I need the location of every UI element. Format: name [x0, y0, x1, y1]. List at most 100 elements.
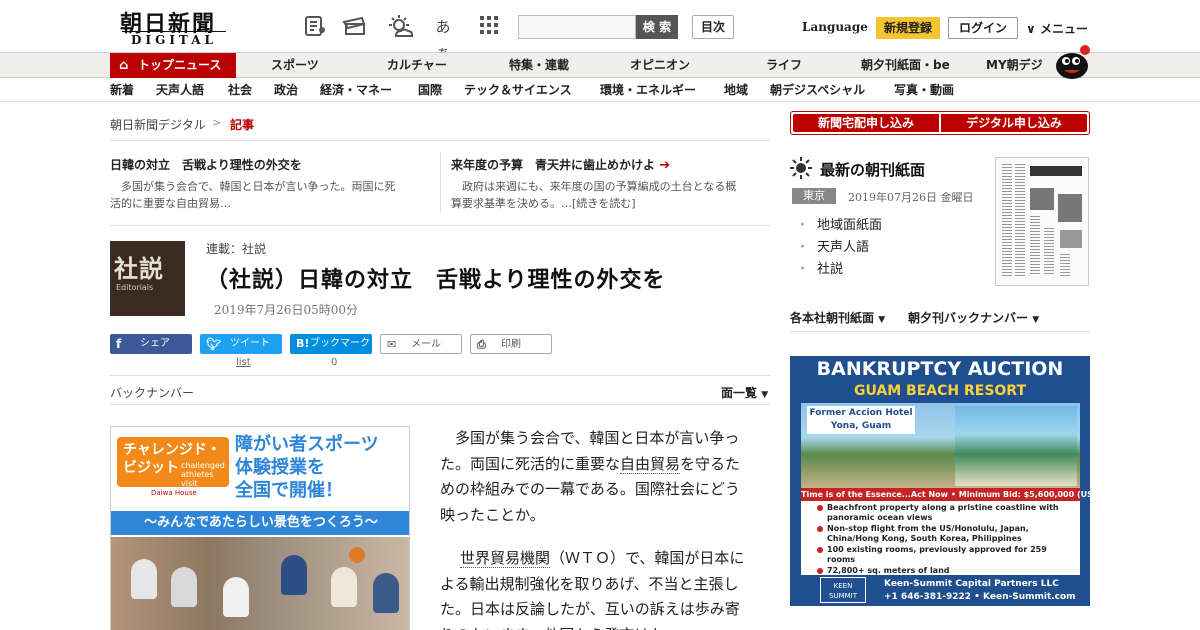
home-delivery-button[interactable]: 新聞宅配申し込み — [793, 114, 939, 132]
login-button[interactable]: ログイン — [948, 17, 1018, 39]
sun-icon — [790, 157, 812, 179]
subnav-politics[interactable]: 政治 — [274, 79, 298, 101]
nav-paper[interactable]: 朝夕刊紙面・be — [861, 53, 950, 78]
divider — [110, 140, 770, 141]
ticket-icon[interactable] — [342, 14, 368, 40]
nav-features[interactable]: 特集・連載 — [509, 53, 569, 78]
home-icon: ⌂ — [119, 58, 129, 73]
digital-subscribe-button[interactable]: デジタル申し込み — [941, 114, 1087, 132]
nav-opinion[interactable]: オピニオン — [630, 53, 690, 78]
divider — [790, 331, 1090, 332]
site-header: 朝日新聞 DIGITAL あぁ 検 索 目次 Language 新規登録 ログイ… — [0, 0, 1200, 62]
link-free-trade[interactable]: 自由貿易 — [620, 454, 681, 474]
article-paragraph-1: 多国が集う会合で、韓国と日本が言い争った。両国に死活的に重要な自由貿易を守るため… — [440, 429, 741, 524]
regional-papers-dropdown[interactable]: 各本社朝刊紙面 ▼ — [790, 309, 885, 326]
series-label[interactable]: 連載：社説 — [206, 240, 266, 257]
ad-badge: チャレンジド・ ビジット challenged athletes visit — [117, 437, 229, 488]
search-input[interactable] — [518, 15, 636, 39]
ad-photo-2 — [955, 406, 1077, 486]
newspaper-thumbnail[interactable] — [995, 157, 1089, 286]
breadcrumb-current: 記事 — [230, 118, 255, 132]
mail-button[interactable]: ✉ メール — [380, 334, 462, 354]
backnumber-label: バックナンバー — [110, 386, 195, 400]
editorial-badge: 社説 Editorials — [110, 241, 185, 316]
subnav-new[interactable]: 新着 — [110, 79, 134, 101]
ad-bullets: Beachfront property along a pristine coa… — [801, 501, 1080, 575]
ad-company: Keen-Summit Capital Partners LLC +1 646-… — [884, 579, 1076, 602]
ad-banner-auction[interactable]: BANKRUPTCY AUCTION GUAM BEACH RESORT For… — [790, 356, 1090, 606]
subnav-society[interactable]: 社会 — [228, 79, 252, 101]
ad-location-label: Former Accion Hotel Yona, Guam — [807, 406, 915, 434]
subscribe-buttons: 新聞宅配申し込み デジタル申し込み — [790, 111, 1090, 135]
toc-button[interactable]: 目次 — [692, 15, 734, 39]
subnav-tech[interactable]: テック＆サイエンス — [464, 79, 572, 101]
subnav-region[interactable]: 地域 — [724, 79, 748, 101]
register-button[interactable]: 新規登録 — [876, 17, 940, 39]
nav-top-news[interactable]: ⌂ トップニュース — [110, 53, 236, 78]
related-body-2[interactable]: 政府は来週にも、来年度の国の予算編成の土台となる概 算要求基準を決める。…[続き… — [451, 178, 771, 212]
nav-my[interactable]: MY朝デジ — [986, 53, 1043, 78]
newspaper-link-local[interactable]: ・地域面紙面 — [796, 214, 882, 233]
ad-banner-daiwa[interactable]: チャレンジド・ ビジット challenged athletes visit D… — [110, 426, 410, 630]
related-divider — [440, 152, 441, 212]
newspaper-icon[interactable] — [302, 14, 328, 40]
backnumber-dropdown[interactable]: 朝夕刊バックナンバー ▼ — [908, 309, 1039, 326]
arrow-right-icon: ➔ — [659, 158, 671, 173]
newspaper-link-tensei[interactable]: ・天声人語 — [796, 236, 869, 255]
divider — [110, 225, 770, 226]
language-link[interactable]: Language — [802, 20, 868, 34]
sub-nav: 新着 天声人語 社会 政治 経済・マネー 国際 テック＆サイエンス 環境・エネル… — [0, 79, 1200, 102]
subnav-photo[interactable]: 写真・動画 — [894, 79, 954, 101]
twitter-count[interactable]: list — [236, 357, 251, 368]
twitter-share-button[interactable]: 🐦︎ ツイート — [200, 334, 282, 354]
nav-culture[interactable]: カルチャー — [387, 53, 447, 78]
weather-icon[interactable] — [386, 14, 413, 40]
caret-down-icon: ▼ — [1032, 315, 1040, 325]
ad-text: 障がい者スポーツ 体験授業を 全国で開催！ — [235, 434, 379, 501]
nav-sports[interactable]: スポーツ — [271, 53, 319, 78]
page-list-dropdown[interactable]: 面一覧 ▼ — [721, 384, 768, 401]
ad-brand: Daiwa House — [151, 489, 197, 497]
link-wto[interactable]: 世界貿易機関 — [460, 549, 551, 568]
breadcrumb-home[interactable]: 朝日新聞デジタル — [110, 116, 206, 133]
font-size-icon[interactable]: あぁ — [430, 14, 456, 62]
ad-tagline: 〜みんなであたらしい景色をつくろう〜 — [111, 511, 409, 535]
region-badge: 東京 — [792, 188, 836, 204]
nav-life[interactable]: ライフ — [766, 53, 802, 78]
facebook-share-button[interactable]: f シェア — [110, 334, 192, 354]
keen-summit-logo: KEEN SUMMIT — [820, 577, 866, 603]
mascot-icon[interactable] — [1054, 44, 1092, 80]
chevron-down-icon: ∨ — [1026, 22, 1036, 36]
ad-subheadline: GUAM BEACH RESORT — [853, 383, 1027, 399]
mail-icon: ✉ — [387, 338, 397, 351]
subnav-environment[interactable]: 環境・エネルギー — [600, 79, 696, 101]
newspaper-link-editorial[interactable]: ・社説 — [796, 258, 843, 277]
print-button[interactable]: ⎙ 印刷 — [470, 334, 552, 354]
facebook-icon: f — [116, 337, 122, 351]
ad-header: チャレンジド・ ビジット challenged athletes visit D… — [111, 427, 409, 511]
logo-sub[interactable]: DIGITAL — [122, 31, 226, 47]
subnav-special[interactable]: 朝デジスペシャル — [770, 79, 865, 101]
caret-down-icon: ▼ — [761, 390, 769, 400]
twitter-icon: 🐦︎ — [206, 337, 222, 351]
breadcrumb-separator: > — [212, 116, 222, 129]
search-button[interactable]: 検 索 — [636, 15, 678, 39]
caret-down-icon: ▼ — [878, 315, 886, 325]
related-title-2[interactable]: 来年度の予算 青天井に歯止めかけよ ➔ — [451, 156, 670, 173]
subnav-international[interactable]: 国際 — [418, 79, 442, 101]
hatena-icon: B! — [296, 337, 310, 350]
hatena-count[interactable]: 0 — [331, 357, 337, 368]
ad-minimum-bid: Time is of the Essence...Act Now • Minim… — [801, 488, 1090, 501]
hatena-bookmark-button[interactable]: B! ブックマーク — [290, 334, 372, 354]
subnav-economy[interactable]: 経済・マネー — [320, 79, 392, 101]
ad-photo — [111, 537, 409, 630]
main-nav: ⌂ トップニュース スポーツ カルチャー 特集・連載 オピニオン ライフ 朝夕刊… — [0, 52, 1200, 78]
grid-menu-icon[interactable] — [476, 14, 502, 40]
related-body-1: 多国が集う会合で、韓国と日本が言い争った。両国に死 活的に重要な自由貿易… — [110, 180, 396, 210]
latest-newspaper-title[interactable]: 最新の朝刊紙面 — [820, 159, 925, 180]
menu-button[interactable]: ∨ メニュー — [1026, 20, 1088, 37]
publish-date: 2019年7月26日05時00分 — [214, 303, 358, 317]
related-title-1[interactable]: 日韓の対立 舌戦より理性の外交を — [110, 156, 302, 173]
subnav-tensei[interactable]: 天声人語 — [156, 79, 204, 101]
divider — [110, 375, 770, 376]
